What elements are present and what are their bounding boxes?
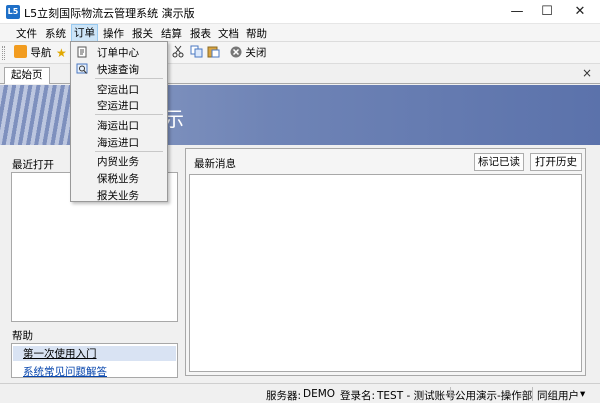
menu-item-order-center[interactable]: 订单中心 bbox=[97, 45, 139, 60]
menu-report[interactable]: 报表 bbox=[188, 26, 213, 41]
menu-settlement[interactable]: 结算 bbox=[159, 26, 184, 41]
menu-item-bonded[interactable]: 保税业务 bbox=[97, 171, 139, 186]
recent-title: 最近打开 bbox=[12, 159, 54, 171]
server-value: DEMO bbox=[303, 388, 336, 400]
menu-customs[interactable]: 报关 bbox=[130, 26, 155, 41]
menu-item-sea-export[interactable]: 海运出口 bbox=[97, 118, 139, 133]
status-bar: 服务器: DEMO 登录名: TEST - 测试账号 公用演示-操作部 同组用户… bbox=[0, 383, 600, 403]
menu-order[interactable]: 订单 bbox=[71, 24, 98, 42]
chevron-down-icon[interactable]: ▾ bbox=[580, 388, 585, 400]
help-title: 帮助 bbox=[12, 330, 33, 342]
app-logo-icon: L5 bbox=[6, 5, 20, 19]
news-panel: 最新消息 标记已读 打开历史 bbox=[185, 148, 586, 376]
menu-item-customs-declaration[interactable]: 报关业务 bbox=[97, 188, 139, 203]
close-tab-button[interactable]: 关闭 bbox=[230, 45, 266, 61]
copy-icon[interactable] bbox=[190, 45, 203, 61]
search-icon bbox=[76, 63, 88, 74]
login-label: 登录名: bbox=[340, 390, 376, 402]
close-label: 关闭 bbox=[245, 47, 267, 59]
order-dropdown-menu: 订单中心 快速查询 空运出口 空运进口 海运出口 海运进口 内贸业务 保税业务 … bbox=[70, 41, 168, 202]
tab-start-page[interactable]: 起始页 bbox=[4, 67, 50, 84]
open-history-button[interactable]: 打开历史 bbox=[530, 153, 582, 171]
menu-item-quick-query[interactable]: 快速查询 bbox=[97, 62, 139, 77]
group-users[interactable]: 同组用户 bbox=[537, 388, 579, 403]
paste-icon[interactable] bbox=[207, 45, 220, 61]
menu-bar: 文件 系统 订单 操作 报关 结算 报表 文档 帮助 bbox=[0, 24, 600, 42]
menu-separator bbox=[95, 114, 163, 115]
favorites-star-icon[interactable]: ★ bbox=[56, 45, 67, 61]
menu-operation[interactable]: 操作 bbox=[101, 26, 126, 41]
menu-item-air-import[interactable]: 空运进口 bbox=[97, 98, 139, 113]
login-value: TEST - 测试账号 bbox=[377, 390, 456, 402]
nav-label: 导航 bbox=[30, 47, 52, 59]
menu-system[interactable]: 系统 bbox=[43, 26, 68, 41]
menu-separator bbox=[95, 78, 163, 79]
close-circle-icon bbox=[230, 46, 242, 58]
news-title: 最新消息 bbox=[194, 158, 236, 170]
menu-item-domestic-trade[interactable]: 内贸业务 bbox=[97, 154, 139, 169]
nav-button[interactable]: 导航 bbox=[14, 45, 51, 61]
navigation-icon bbox=[14, 45, 27, 58]
menu-item-air-export[interactable]: 空运出口 bbox=[97, 82, 139, 97]
menu-item-sea-import[interactable]: 海运进口 bbox=[97, 135, 139, 150]
window-title: L5立刻国际物流云管理系统 演示版 bbox=[24, 7, 195, 20]
company-name: 公用演示-操作部 bbox=[455, 390, 533, 402]
cut-icon[interactable] bbox=[172, 45, 184, 61]
menu-file[interactable]: 文件 bbox=[14, 26, 39, 41]
server-label: 服务器: bbox=[266, 390, 302, 402]
status-divider bbox=[532, 387, 533, 401]
minimize-button[interactable]: — bbox=[502, 2, 532, 22]
menu-separator bbox=[95, 151, 163, 152]
maximize-button[interactable]: ☐ bbox=[532, 2, 562, 22]
document-icon bbox=[77, 46, 87, 58]
title-bar: L5 L5立刻国际物流云管理系统 演示版 — ☐ ✕ bbox=[0, 0, 600, 24]
menu-document[interactable]: 文档 bbox=[216, 26, 241, 41]
close-tab-icon[interactable]: × bbox=[582, 66, 592, 80]
menu-help[interactable]: 帮助 bbox=[244, 26, 269, 41]
mark-read-button[interactable]: 标记已读 bbox=[474, 153, 524, 171]
status-divider bbox=[450, 387, 451, 401]
help-links-list: 第一次使用入门 系统常见问题解答 bbox=[11, 343, 178, 378]
news-content-area[interactable] bbox=[189, 174, 582, 372]
close-window-button[interactable]: ✕ bbox=[565, 2, 595, 22]
help-link-faq[interactable]: 系统常见问题解答 bbox=[23, 364, 107, 379]
help-link-getting-started[interactable]: 第一次使用入门 bbox=[13, 346, 176, 361]
toolbar-grip[interactable] bbox=[2, 46, 5, 60]
